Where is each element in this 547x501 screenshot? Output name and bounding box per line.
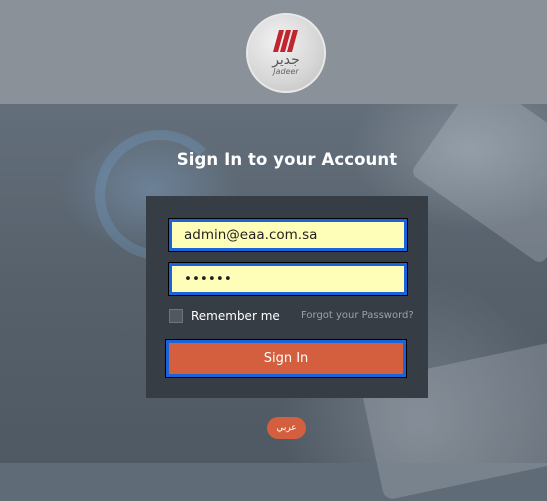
- forgot-password-link[interactable]: Forgot your Password?: [301, 310, 414, 321]
- remember-me-checkbox[interactable]: [169, 309, 183, 323]
- language-toggle-button[interactable]: عربي: [267, 417, 306, 439]
- email-field[interactable]: [169, 219, 407, 251]
- logo-english-text: Jadeer: [273, 67, 299, 76]
- remember-me-label: Remember me: [191, 309, 280, 323]
- email-input[interactable]: [172, 222, 404, 248]
- page-title: Sign In to your Account: [176, 150, 398, 169]
- password-field[interactable]: [169, 263, 407, 295]
- logo-stripes-icon: [273, 30, 298, 52]
- remember-me[interactable]: Remember me: [169, 309, 280, 323]
- header-bar: جدير Jadeer: [0, 0, 547, 104]
- sign-in-button[interactable]: Sign In: [166, 340, 406, 377]
- password-input[interactable]: [172, 266, 404, 292]
- jadeer-logo: جدير Jadeer: [246, 13, 326, 93]
- logo-arabic-text: جدير: [272, 52, 300, 68]
